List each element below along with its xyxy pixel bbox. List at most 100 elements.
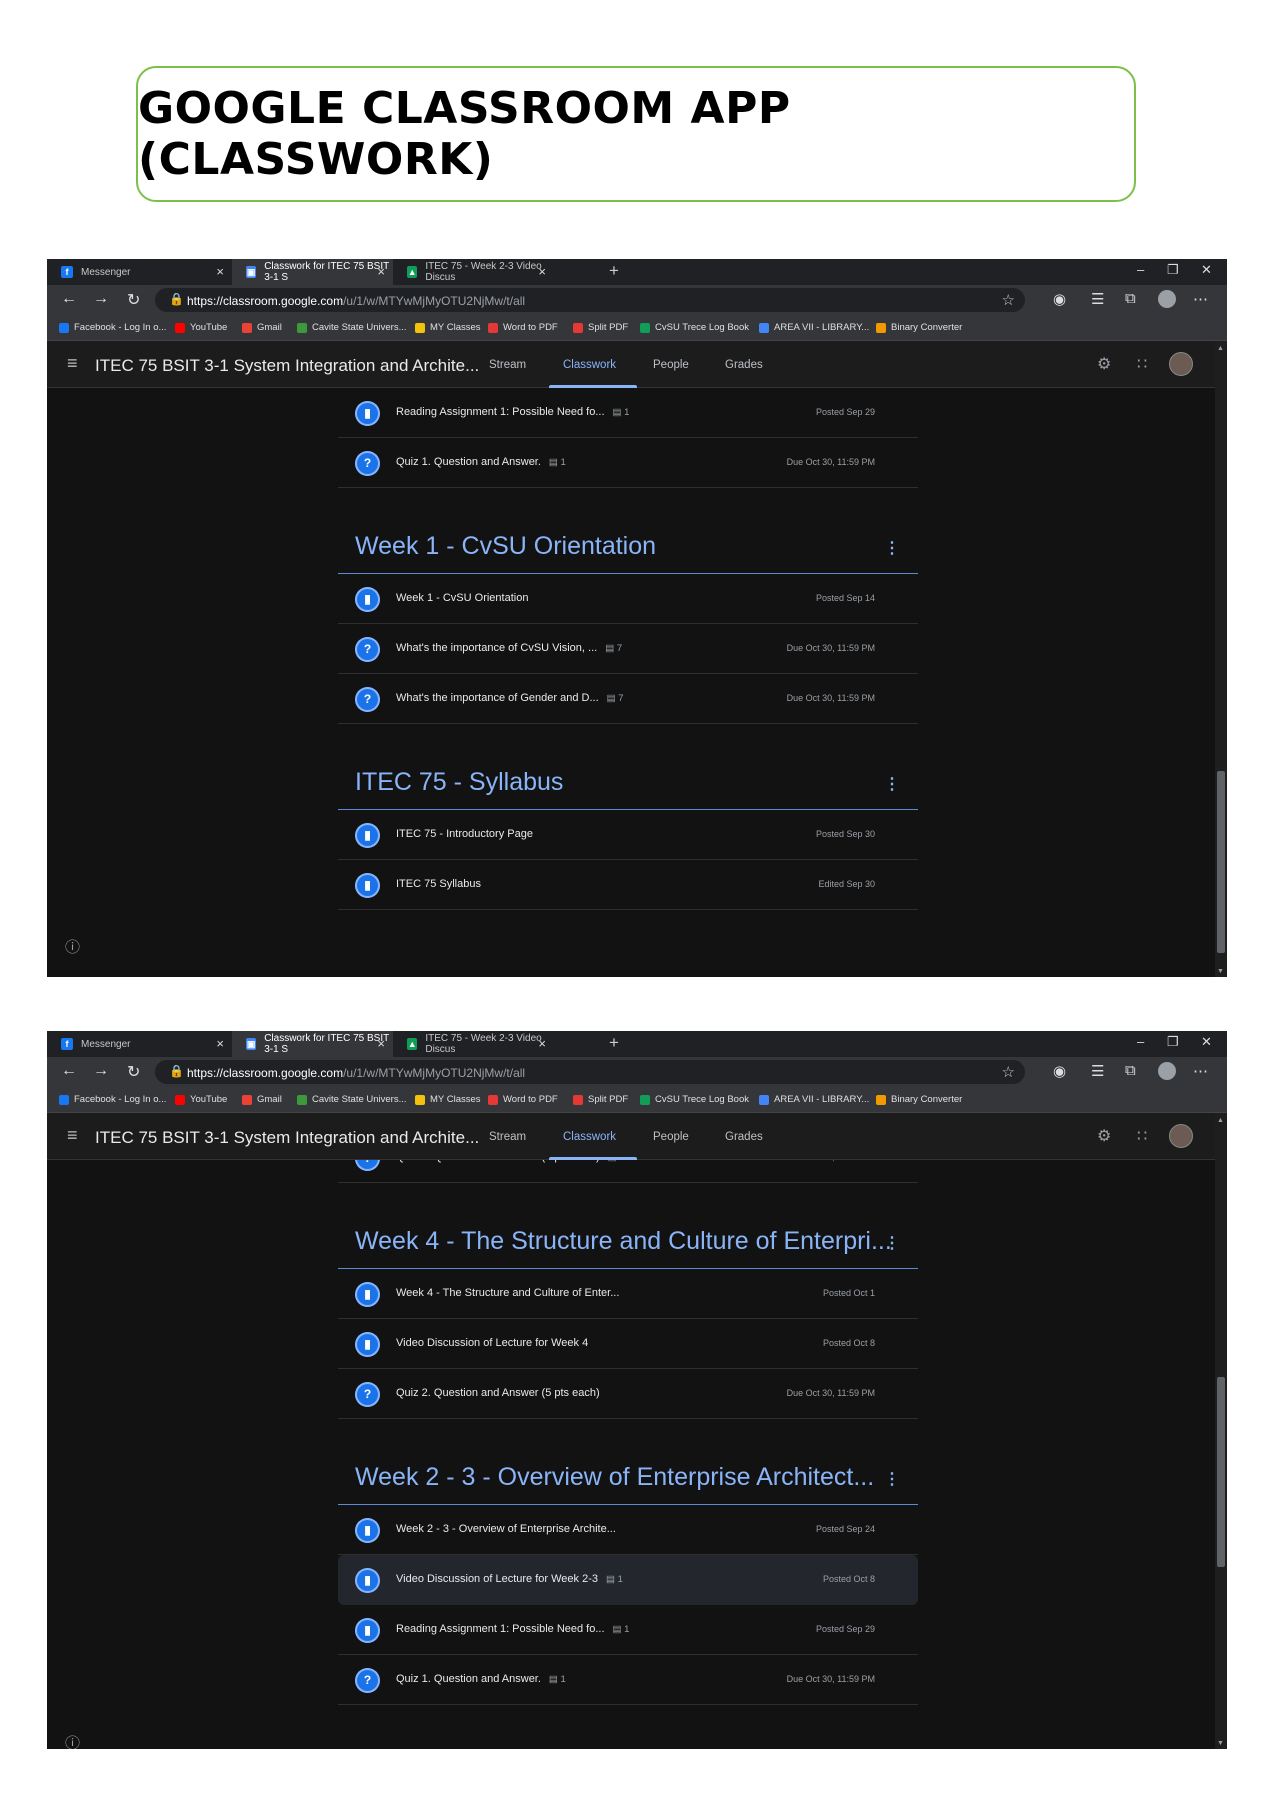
topic-title[interactable]: Week 2 - 3 - Overview of Enterprise Arch…: [355, 1463, 874, 1492]
tab-close-icon[interactable]: ×: [377, 1036, 385, 1051]
new-tab-icon[interactable]: +: [609, 261, 619, 281]
browser-tab[interactable]: ▲ ITEC 75 - Week 2-3 Video Discus ×: [393, 259, 554, 285]
more-options-icon[interactable]: ⋯: [1193, 290, 1208, 308]
help-icon[interactable]: ⓘ: [65, 1732, 80, 1749]
bookmark-item[interactable]: Facebook - Log In o...: [59, 1094, 166, 1105]
bookmark-item[interactable]: MY Classes: [415, 322, 481, 333]
tab-stream[interactable]: Stream: [489, 359, 526, 371]
scroll-up-arrow-icon[interactable]: ▲: [1217, 345, 1224, 352]
bookmark-item[interactable]: CvSU Trece Log Book: [640, 322, 749, 333]
url-field[interactable]: 🔒 https://classroom.google.com/u/1/w/MTYw…: [155, 288, 1025, 312]
bookmark-item[interactable]: CvSU Trece Log Book: [640, 1094, 749, 1105]
tab-people[interactable]: People: [653, 359, 689, 371]
window-close-icon[interactable]: ✕: [1201, 262, 1212, 278]
reload-icon[interactable]: ↻: [127, 290, 140, 310]
scroll-thumb[interactable]: [1217, 1377, 1225, 1567]
more-options-icon[interactable]: ⋯: [1193, 1062, 1208, 1080]
profile-avatar[interactable]: [1158, 1062, 1176, 1080]
material-item[interactable]: ▮ ITEC 75 Syllabus Edited Sep 30: [338, 860, 918, 910]
tab-grades[interactable]: Grades: [725, 359, 763, 371]
back-icon[interactable]: ←: [61, 290, 77, 308]
tab-close-icon[interactable]: ×: [216, 1036, 224, 1051]
material-item[interactable]: ▮ Video Discussion of Lecture for Week 2-…: [338, 1555, 918, 1605]
material-item[interactable]: ▮ Week 1 - CvSU Orientation Posted Sep 14: [338, 574, 918, 624]
bookmark-item[interactable]: YouTube: [175, 322, 227, 333]
tab-grades[interactable]: Grades: [725, 1131, 763, 1143]
scroll-down-arrow-icon[interactable]: ▼: [1217, 1740, 1224, 1747]
hamburger-menu-icon[interactable]: ≡: [67, 1125, 78, 1146]
assignment-item[interactable]: ? Quiz 1. Question and Answer. ▤ 1 Due Oct …: [338, 1655, 918, 1705]
material-item[interactable]: ▮ Video Discussion of Lecture for Week 4 P…: [338, 1319, 918, 1369]
browser-tab[interactable]: f Messenger ×: [47, 259, 232, 285]
more-vert-icon[interactable]: ⋮: [884, 774, 900, 794]
scrollbar[interactable]: ▲ ▼: [1215, 341, 1227, 977]
more-vert-icon[interactable]: ⋮: [884, 1233, 900, 1253]
bookmark-item[interactable]: Split PDF: [573, 322, 628, 333]
tab-classwork[interactable]: Classwork: [563, 359, 616, 371]
settings-gear-icon[interactable]: ⚙: [1097, 1126, 1111, 1146]
browser-tab[interactable]: ▲ ITEC 75 - Week 2-3 Video Discus ×: [393, 1031, 554, 1057]
tab-close-icon[interactable]: ×: [216, 264, 224, 279]
bookmark-item[interactable]: Gmail: [242, 1094, 282, 1105]
material-item[interactable]: ▮ Week 2 - 3 - Overview of Enterprise Arc…: [338, 1505, 918, 1555]
url-field[interactable]: 🔒 https://classroom.google.com/u/1/w/MTYw…: [155, 1060, 1025, 1084]
minimize-icon[interactable]: –: [1137, 1034, 1144, 1049]
forward-icon[interactable]: →: [93, 1062, 109, 1080]
bookmark-item[interactable]: Word to PDF: [488, 322, 558, 333]
material-item[interactable]: ▮ Reading Assignment 1: Possible Need fo.…: [338, 1605, 918, 1655]
collections-icon[interactable]: ⧉: [1125, 1062, 1136, 1079]
favorites-icon[interactable]: ☰: [1091, 290, 1104, 308]
bookmark-item[interactable]: AREA VII - LIBRARY...: [759, 322, 869, 333]
assignment-item[interactable]: ? Quiz 2. Question and Answer (5 pts each…: [338, 1369, 918, 1419]
topic-title[interactable]: Week 4 - The Structure and Culture of En…: [355, 1227, 892, 1256]
tab-stream[interactable]: Stream: [489, 1131, 526, 1143]
reload-icon[interactable]: ↻: [127, 1062, 140, 1082]
new-tab-icon[interactable]: +: [609, 1033, 619, 1053]
collections-icon[interactable]: ⧉: [1125, 290, 1136, 307]
bookmark-item[interactable]: YouTube: [175, 1094, 227, 1105]
assignment-item[interactable]: ? Quiz 3. Question and Answer (3 pts each…: [338, 1160, 918, 1183]
more-vert-icon[interactable]: ⋮: [884, 1469, 900, 1489]
class-title[interactable]: ITEC 75 BSIT 3-1 System Integration and …: [95, 1128, 479, 1148]
tab-people[interactable]: People: [653, 1131, 689, 1143]
tab-close-icon[interactable]: ×: [538, 1036, 546, 1051]
url-text[interactable]: https://classroom.google.com/u/1/w/MTYwM…: [187, 294, 525, 308]
favorite-star-icon[interactable]: ☆: [1002, 1063, 1015, 1081]
settings-gear-icon[interactable]: ⚙: [1097, 354, 1111, 374]
assignment-item[interactable]: ? Quiz 1. Question and Answer. ▤ 1 Due Oct …: [338, 438, 918, 488]
extension-icon[interactable]: ◉: [1053, 290, 1066, 308]
topic-title[interactable]: ITEC 75 - Syllabus: [355, 768, 563, 797]
bookmark-item[interactable]: Binary Converter: [876, 1094, 962, 1105]
material-item[interactable]: ▮ Reading Assignment 1: Possible Need fo.…: [338, 388, 918, 438]
browser-tab[interactable]: ▣ Classwork for ITEC 75 BSIT 3-1 S ×: [232, 259, 393, 285]
bookmark-item[interactable]: AREA VII - LIBRARY...: [759, 1094, 869, 1105]
scroll-up-arrow-icon[interactable]: ▲: [1217, 1117, 1224, 1124]
bookmark-item[interactable]: Cavite State Univers...: [297, 322, 407, 333]
url-text[interactable]: https://classroom.google.com/u/1/w/MTYwM…: [187, 1066, 525, 1080]
hamburger-menu-icon[interactable]: ≡: [67, 353, 78, 374]
help-icon[interactable]: ⓘ: [65, 936, 80, 957]
restore-icon[interactable]: ❐: [1167, 262, 1179, 278]
scrollbar[interactable]: ▲ ▼: [1215, 1113, 1227, 1749]
bookmark-item[interactable]: Cavite State Univers...: [297, 1094, 407, 1105]
tab-close-icon[interactable]: ×: [377, 264, 385, 279]
browser-tab[interactable]: ▣ Classwork for ITEC 75 BSIT 3-1 S ×: [232, 1031, 393, 1057]
extension-icon[interactable]: ◉: [1053, 1062, 1066, 1080]
browser-tab[interactable]: f Messenger ×: [47, 1031, 232, 1057]
apps-grid-icon[interactable]: ∷: [1137, 1126, 1147, 1146]
scroll-down-arrow-icon[interactable]: ▼: [1217, 968, 1224, 975]
bookmark-item[interactable]: Facebook - Log In o...: [59, 322, 166, 333]
class-title[interactable]: ITEC 75 BSIT 3-1 System Integration and …: [95, 356, 479, 376]
assignment-item[interactable]: ? What's the importance of Gender and D..…: [338, 674, 918, 724]
bookmark-item[interactable]: Gmail: [242, 322, 282, 333]
material-item[interactable]: ▮ ITEC 75 - Introductory Page Posted Sep 3…: [338, 810, 918, 860]
favorite-star-icon[interactable]: ☆: [1002, 291, 1015, 309]
favorites-icon[interactable]: ☰: [1091, 1062, 1104, 1080]
scroll-thumb[interactable]: [1217, 771, 1225, 953]
bookmark-item[interactable]: Split PDF: [573, 1094, 628, 1105]
minimize-icon[interactable]: –: [1137, 262, 1144, 277]
apps-grid-icon[interactable]: ∷: [1137, 354, 1147, 374]
material-item[interactable]: ▮ Week 4 - The Structure and Culture of E…: [338, 1269, 918, 1319]
assignment-item[interactable]: ? What's the importance of CvSU Vision, .…: [338, 624, 918, 674]
tab-close-icon[interactable]: ×: [538, 264, 546, 279]
